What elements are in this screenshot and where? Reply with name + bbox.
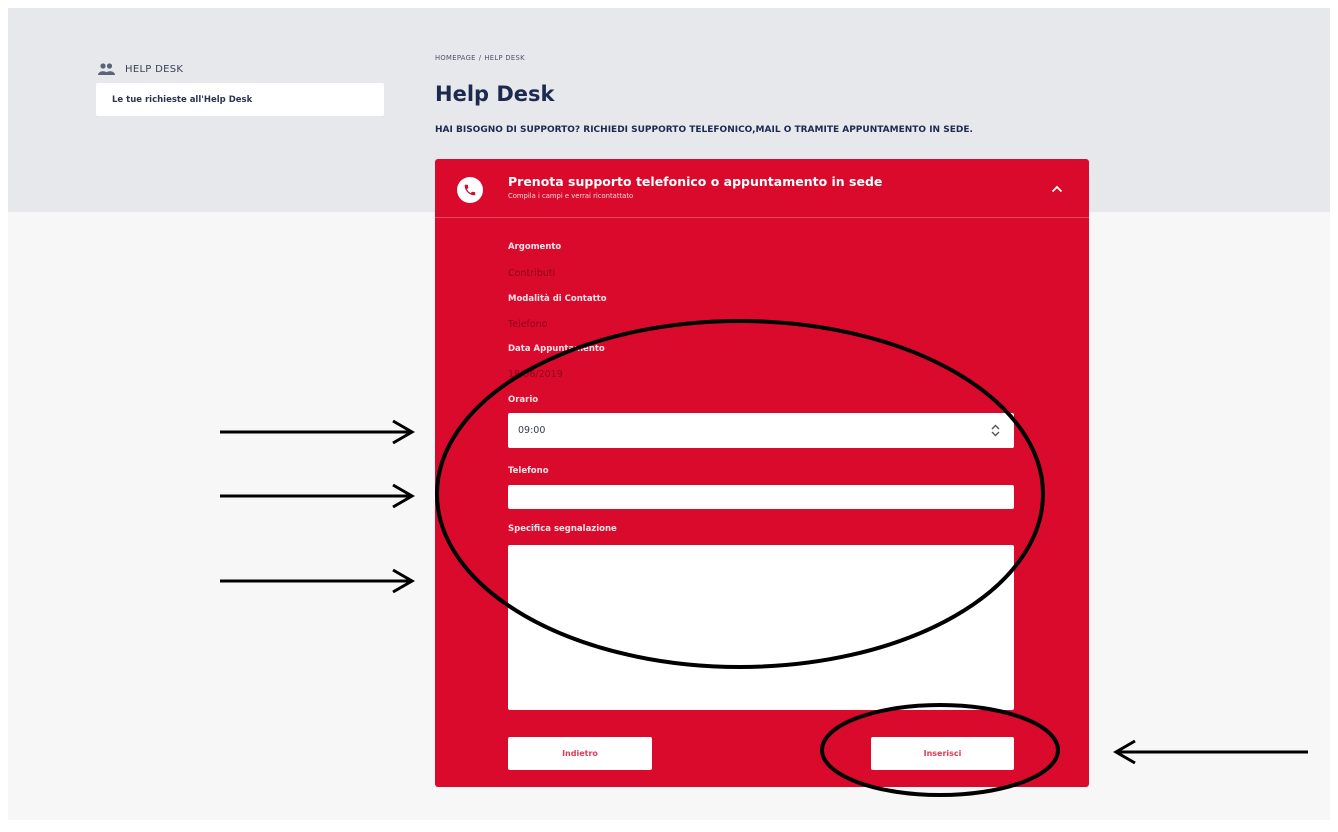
orario-select[interactable]: 09:00 <box>508 413 1014 448</box>
sidebar-section-title: HELP DESK <box>125 64 184 75</box>
breadcrumb-current: HELP DESK <box>484 54 525 62</box>
argomento-label: Argomento <box>508 242 562 252</box>
breadcrumb: HOMEPAGE / HELP DESK <box>435 54 525 62</box>
modalita-value: Telefono <box>508 319 548 330</box>
card-subtitle: Compila i campi e verrai ricontattato <box>508 192 634 200</box>
page-title: Help Desk <box>435 82 555 106</box>
page-subtitle: HAI BISOGNO DI SUPPORTO? RICHIEDI SUPPOR… <box>435 125 973 135</box>
breadcrumb-home[interactable]: HOMEPAGE <box>435 54 476 62</box>
orario-label: Orario <box>508 395 539 405</box>
chevron-updown-icon <box>991 424 1000 440</box>
booking-card: Prenota supporto telefonico o appuntamen… <box>435 159 1089 787</box>
segnalazione-textarea[interactable] <box>508 545 1014 710</box>
breadcrumb-separator: / <box>478 54 482 62</box>
orario-selected-value: 09:00 <box>518 425 546 436</box>
sidebar-item-requests[interactable]: Le tue richieste all'Help Desk <box>96 83 384 116</box>
argomento-value: Contributi <box>508 268 556 279</box>
data-label: Data Appuntamento <box>508 344 605 354</box>
card-header[interactable]: Prenota supporto telefonico o appuntamen… <box>435 159 1089 218</box>
telefono-input[interactable] <box>508 485 1014 509</box>
back-button[interactable]: Indietro <box>508 737 652 770</box>
telefono-label: Telefono <box>508 466 549 476</box>
users-icon <box>98 60 115 79</box>
page-frame: HELP DESK Le tue richieste all'Help Desk… <box>8 8 1330 820</box>
data-value: 18/06/2019 <box>508 369 563 380</box>
chevron-up-icon[interactable] <box>1047 179 1067 199</box>
card-title: Prenota supporto telefonico o appuntamen… <box>508 174 883 189</box>
phone-icon <box>457 177 483 203</box>
sidebar-heading: HELP DESK <box>98 60 183 79</box>
submit-button[interactable]: Inserisci <box>871 737 1014 770</box>
segnalazione-label: Specifica segnalazione <box>508 524 617 534</box>
modalita-label: Modalità di Contatto <box>508 294 607 304</box>
